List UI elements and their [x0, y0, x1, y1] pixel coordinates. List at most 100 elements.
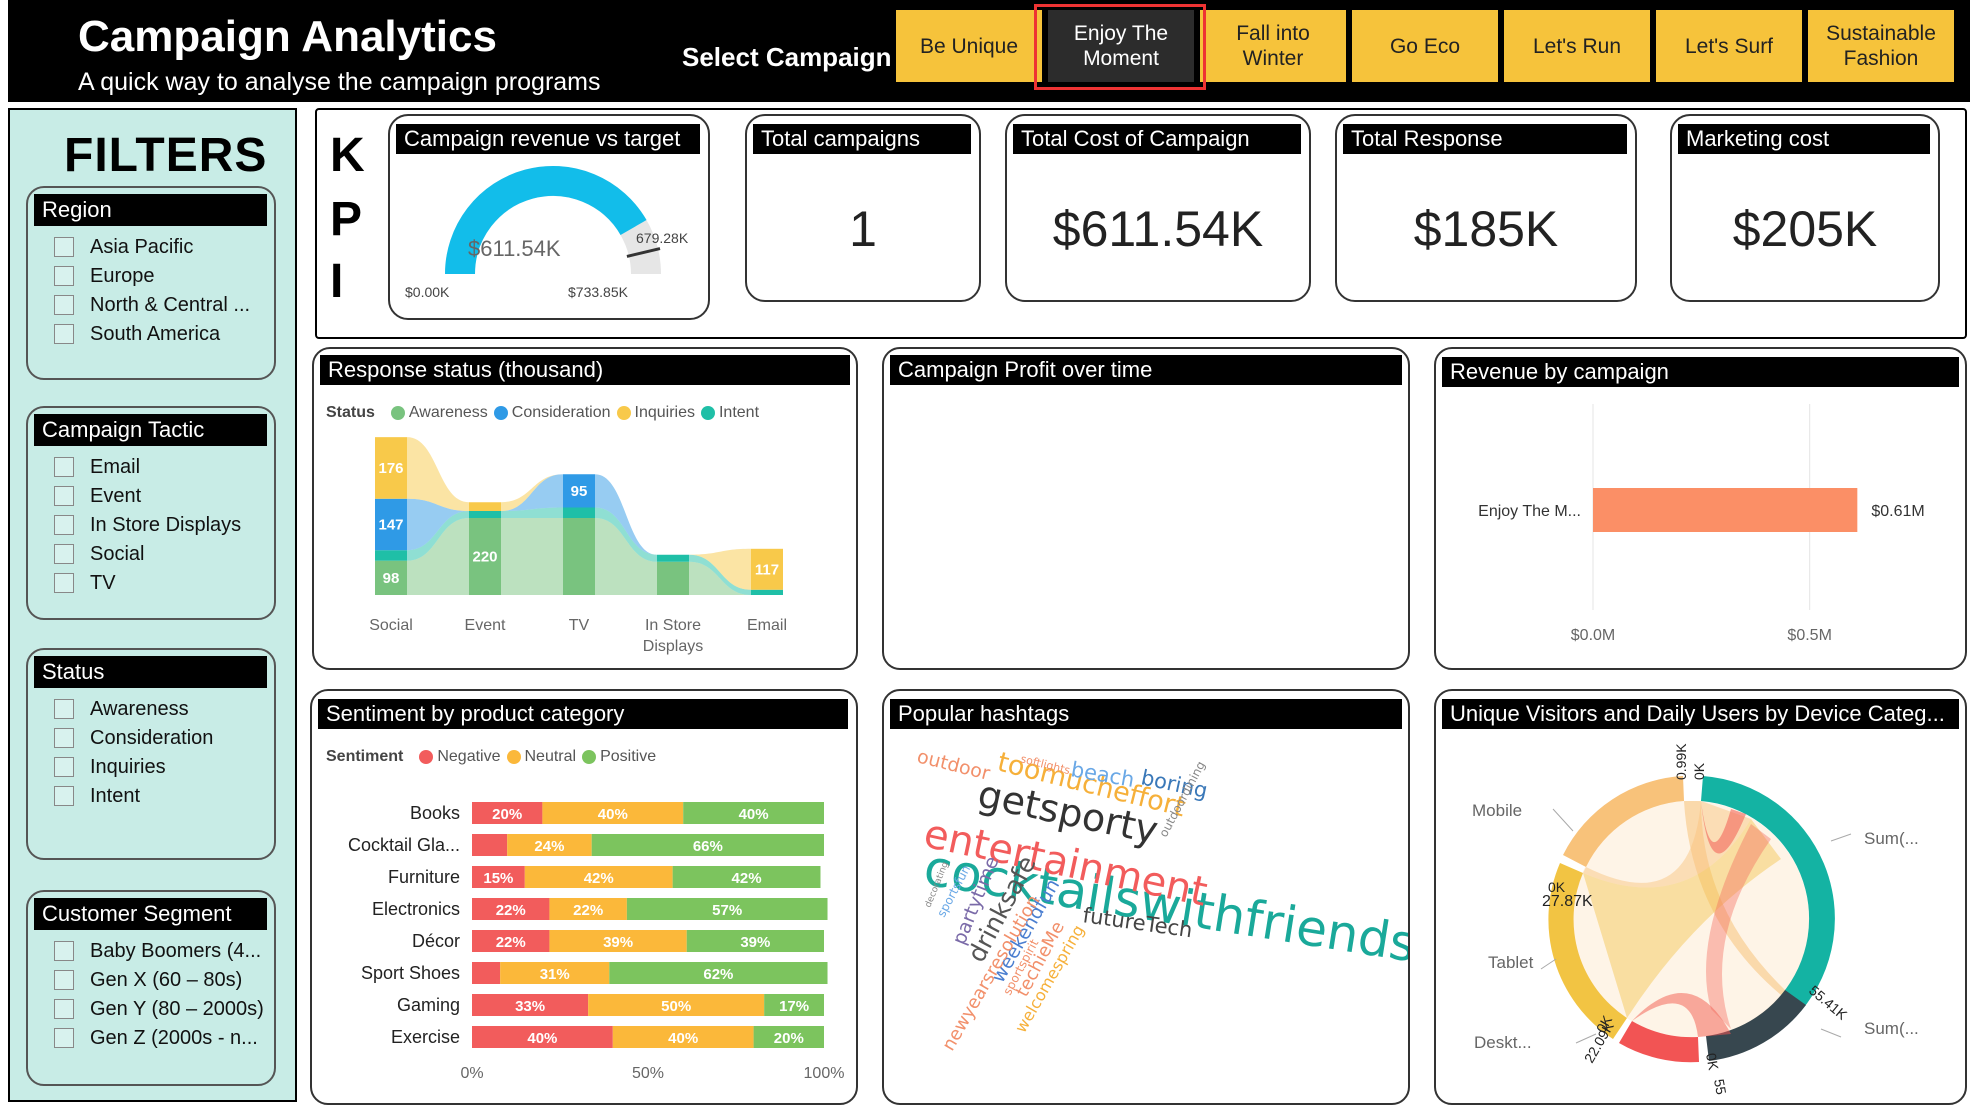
filter-option[interactable]: In Store Displays [54, 512, 241, 538]
gauge-card-title: Campaign revenue vs target [396, 124, 700, 154]
value-label: $0.61M [1871, 503, 1924, 520]
legend-intent-dot [700, 406, 715, 420]
response-legend-title: Status [326, 404, 375, 421]
ribbon-segment[interactable] [375, 550, 407, 561]
sentiment-legend-title: Sentiment [326, 748, 404, 765]
checkbox[interactable] [54, 573, 74, 593]
filter-option[interactable]: Event [54, 483, 141, 509]
checkbox[interactable] [54, 970, 74, 990]
gauge-min-label: $0.00K [405, 284, 450, 300]
checkbox[interactable] [54, 728, 74, 748]
category-label: Gaming [397, 995, 460, 1015]
filters-title: FILTERS [64, 129, 268, 182]
total-response-title: Total Response [1343, 124, 1627, 154]
total-campaigns-value: 1 [849, 201, 877, 257]
legend-neutral[interactable]: Neutral [525, 748, 577, 766]
revenue-bar[interactable] [1593, 488, 1858, 532]
filter-option-label: Email [90, 455, 141, 478]
filter-option[interactable]: TV [54, 570, 116, 596]
legend-inquiries[interactable]: Inquiries [635, 404, 695, 422]
campaign-button[interactable]: Let's Surf [1656, 10, 1802, 82]
marketing-cost-title: Marketing cost [1678, 124, 1930, 154]
filter-option[interactable]: Gen X (60 – 80s) [54, 967, 242, 993]
select-campaign-label: Select Campaign [682, 42, 892, 72]
chord-label-sum-1: Sum(... [1864, 829, 1919, 848]
response-status-legend: Status Awareness Consideration Inquiries… [326, 404, 759, 422]
filter-option[interactable]: North & Central ... [54, 292, 250, 318]
campaign-button[interactable]: Sustainable Fashion [1808, 10, 1954, 82]
checkbox[interactable] [54, 699, 74, 719]
chord-value-label: 55.41K [1806, 982, 1851, 1023]
filter-option[interactable]: Consideration [54, 725, 213, 751]
chord-center [1573, 801, 1809, 1037]
checkbox[interactable] [54, 486, 74, 506]
ribbon-segment[interactable] [657, 554, 689, 562]
hashtag-word[interactable]: outdoor [915, 746, 993, 785]
campaign-button[interactable]: Let's Run [1504, 10, 1650, 82]
ribbon-category-label: Event [465, 617, 506, 634]
sentiment-bar-segment[interactable] [472, 962, 501, 984]
ribbon-segment[interactable] [469, 511, 501, 518]
ribbon-segment[interactable] [657, 561, 689, 595]
checkbox[interactable] [54, 786, 74, 806]
filter-option[interactable]: Intent [54, 783, 140, 809]
filter-option[interactable]: Baby Boomers (4... [54, 938, 261, 964]
checkbox[interactable] [54, 324, 74, 344]
filter-option[interactable]: Asia Pacific [54, 234, 193, 260]
checkbox[interactable] [54, 757, 74, 777]
axis-tick-label: $0.0M [1571, 627, 1615, 644]
filter-option[interactable]: Inquiries [54, 754, 166, 780]
revenue-by-campaign-title: Revenue by campaign [1442, 357, 1959, 387]
legend-intent[interactable]: Intent [719, 404, 759, 422]
checkbox[interactable] [54, 941, 74, 961]
checkbox[interactable] [54, 544, 74, 564]
ribbon-segment[interactable] [563, 507, 595, 519]
checkbox[interactable] [54, 515, 74, 535]
sentiment-data-label: 40% [527, 1030, 557, 1047]
chord-value-label: 27.87K [1542, 893, 1593, 910]
filter-option-label: Gen Z (2000s - n... [90, 1026, 258, 1049]
checkbox[interactable] [54, 1028, 74, 1048]
campaign-button[interactable]: Be Unique [896, 10, 1042, 82]
chord-label-mobile: Mobile [1472, 801, 1522, 820]
legend-awareness[interactable]: Awareness [409, 404, 488, 422]
category-label: Décor [412, 931, 460, 951]
checkbox[interactable] [54, 266, 74, 286]
ribbon-category-label: TV [569, 617, 590, 634]
legend-inquiries-dot [616, 406, 631, 420]
checkbox[interactable] [54, 457, 74, 477]
total-response-value: $185K [1413, 201, 1559, 257]
profit-over-time-panel[interactable] [882, 347, 1410, 670]
chord-label-tablet: Tablet [1488, 953, 1534, 972]
checkbox[interactable] [54, 295, 74, 315]
filter-option-label: TV [90, 571, 116, 594]
filter-option[interactable]: South America [54, 321, 220, 347]
campaign-button[interactable]: Go Eco [1352, 10, 1498, 82]
active-campaign-highlight [1034, 4, 1206, 90]
legend-positive[interactable]: Positive [600, 748, 656, 766]
checkbox[interactable] [54, 237, 74, 257]
gauge-value-label: $611.54K [468, 236, 561, 261]
checkbox[interactable] [54, 999, 74, 1019]
legend-consideration[interactable]: Consideration [512, 404, 611, 422]
sentiment-legend: Sentiment Negative Neutral Positive [326, 748, 656, 766]
ribbon-category-label: In Store [645, 617, 701, 634]
filter-option[interactable]: Email [54, 454, 140, 480]
sentiment-bar-segment[interactable] [472, 834, 508, 856]
ribbon-segment[interactable] [751, 589, 783, 595]
sentiment-data-label: 40% [668, 1030, 698, 1047]
filter-option[interactable]: Europe [54, 263, 155, 289]
filter-option[interactable]: Awareness [54, 696, 189, 722]
ribbon-segment[interactable] [563, 518, 595, 595]
filter-option[interactable]: Gen Z (2000s - n... [54, 1025, 258, 1051]
legend-neutral-dot [506, 750, 521, 764]
ribbon-segment[interactable] [469, 502, 501, 511]
filter-option[interactable]: Gen Y (80 – 2000s) [54, 996, 264, 1022]
category-label: Electronics [372, 899, 460, 919]
filter-option[interactable]: Social [54, 541, 144, 567]
campaign-button[interactable]: Fall into Winter [1200, 10, 1346, 82]
category-label: Books [410, 803, 460, 823]
app-title: Campaign Analytics [78, 12, 497, 61]
legend-negative[interactable]: Negative [437, 748, 500, 766]
filter-group-title: Region [34, 194, 267, 226]
